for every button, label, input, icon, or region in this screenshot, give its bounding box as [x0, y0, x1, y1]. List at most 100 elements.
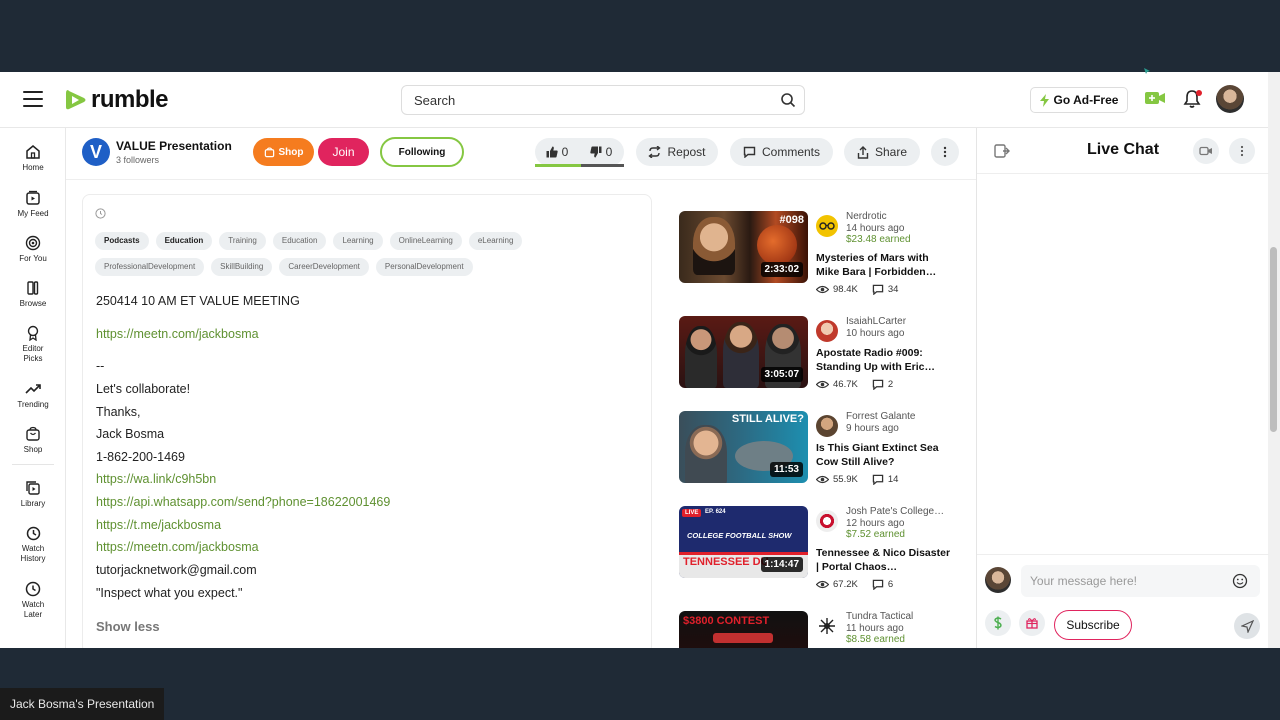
dislike-button[interactable]: 0 [579, 145, 623, 159]
video-thumbnail[interactable]: LIVE EP. 624 COLLEGE FOOTBALL SHOW TENNE… [679, 506, 808, 578]
menu-icon[interactable] [23, 91, 43, 107]
top-header: rumble Go Ad-Free [0, 72, 1268, 128]
collapse-chat-button[interactable] [989, 138, 1015, 164]
description-link[interactable]: https://wa.link/c9h5bn [96, 472, 216, 486]
channel-avatar[interactable] [816, 510, 838, 532]
sidebar-item-label: Browse [19, 299, 47, 308]
video-thumbnail[interactable]: 3:05:07 [679, 316, 808, 388]
tag-chip[interactable]: eLearning [468, 232, 523, 250]
shop-button[interactable]: Shop [253, 138, 314, 166]
video-stats: 98.4K 34 [816, 284, 898, 295]
tag-chip[interactable]: Education [272, 232, 327, 250]
show-less-button[interactable]: Show less [96, 619, 160, 634]
video-description: Podcasts Education Training Education Le… [82, 194, 652, 648]
video-title[interactable]: Is This Giant Extinct Sea Cow Still Aliv… [816, 441, 951, 469]
page-scrollbar[interactable] [1268, 72, 1280, 648]
tag-chip[interactable]: Training [219, 232, 266, 250]
subscribe-button[interactable]: Subscribe [1054, 610, 1132, 640]
channel-name[interactable]: VALUE Presentation [116, 139, 232, 153]
description-link[interactable]: https://t.me/jackbosma [96, 518, 221, 532]
video-thumbnail[interactable]: $3800 CONTEST [679, 611, 808, 648]
video-thumbnail[interactable]: STILL ALIVE? 11:53 [679, 411, 808, 483]
more-options-button[interactable] [931, 138, 959, 166]
recommended-video[interactable]: #098 2:33:02 Nerdrotic 14 hours ago $23.… [679, 211, 959, 301]
chat-popout-button[interactable] [1193, 138, 1219, 164]
video-duration: 1:14:47 [760, 557, 803, 572]
rumble-logo[interactable]: rumble [64, 86, 169, 114]
upload-video-icon[interactable] [1144, 89, 1166, 107]
repost-button[interactable]: Repost [636, 138, 718, 166]
channel-name[interactable]: Tundra Tactical [846, 611, 913, 622]
glasses-icon [819, 222, 835, 230]
sidebar-divider [12, 464, 54, 465]
video-title[interactable]: Tennessee & Nico Disaster | Portal Chaos… [816, 546, 951, 574]
recommended-video[interactable]: STILL ALIVE? 11:53 Forrest Galante 9 hou… [679, 411, 959, 501]
sidebar-item-browse[interactable]: Browse [0, 280, 66, 308]
channel-bar: V VALUE Presentation 3 followers Shop Jo… [66, 128, 976, 180]
tag-chip[interactable]: Education [155, 232, 213, 250]
like-button[interactable]: 0 [535, 145, 579, 159]
tag-chip[interactable]: CareerDevelopment [279, 258, 369, 276]
description-link[interactable]: https://meetn.com/jackbosma [96, 327, 259, 341]
channel-followers: 3 followers [116, 155, 160, 165]
video-age: 12 hours ago [846, 518, 905, 529]
comment-icon [872, 579, 884, 590]
sidebar-item-my-feed[interactable]: My Feed [0, 190, 66, 218]
tag-chip[interactable]: ProfessionalDevelopment [95, 258, 205, 276]
channel-avatar[interactable] [816, 415, 838, 437]
recommended-video[interactable]: $3800 CONTEST Tundra Tactical 11 hours a… [679, 611, 959, 648]
chat-message-input[interactable] [1021, 565, 1221, 597]
search-input[interactable] [402, 86, 762, 114]
video-thumbnail[interactable]: #098 2:33:02 [679, 211, 808, 283]
search-box [401, 85, 805, 115]
target-icon [25, 235, 41, 251]
comments-button[interactable]: Comments [730, 138, 833, 166]
chat-user-avatar [985, 567, 1011, 593]
home-icon [26, 145, 40, 159]
video-title[interactable]: Apostate Radio #009: Standing Up with Er… [816, 346, 951, 374]
recommended-video[interactable]: 3:05:07 IsaiahLCarter 10 hours ago Apost… [679, 316, 959, 406]
channel-name[interactable]: Forrest Galante [846, 411, 915, 422]
sidebar-item-trending[interactable]: Trending [0, 381, 66, 409]
chat-input-box [1021, 565, 1260, 597]
tag-chip[interactable]: OnlineLearning [389, 232, 462, 250]
scrollbar-thumb[interactable] [1270, 247, 1277, 432]
emoji-icon[interactable] [1232, 573, 1248, 589]
logo-text: rumble [91, 86, 169, 113]
tag-chip[interactable]: PersonalDevelopment [375, 258, 473, 276]
sidebar-item-home[interactable]: Home [0, 144, 66, 172]
sidebar-item-watch-history[interactable]: Watch History [0, 525, 66, 564]
user-avatar[interactable] [1216, 85, 1244, 113]
tag-chip[interactable]: SkillBuilding [211, 258, 273, 276]
tag-chip[interactable]: Learning [333, 232, 383, 250]
trending-icon [25, 384, 41, 394]
channel-avatar[interactable] [816, 320, 838, 342]
description-link[interactable]: https://api.whatsapp.com/send?phone=1862… [96, 495, 390, 509]
channel-name[interactable]: Josh Pate's College… [846, 506, 944, 517]
rant-button[interactable] [985, 610, 1011, 636]
video-title[interactable]: Mysteries of Mars with Mike Bara | Forbi… [816, 251, 951, 279]
channel-name[interactable]: Nerdrotic [846, 211, 887, 222]
sidebar-item-watch-later[interactable]: Watch Later [0, 581, 66, 620]
description-text: Thanks, [96, 405, 141, 419]
send-button[interactable] [1234, 613, 1260, 639]
chat-more-button[interactable] [1229, 138, 1255, 164]
share-button[interactable]: Share [844, 138, 920, 166]
sidebar-item-for-you[interactable]: For You [0, 235, 66, 263]
channel-avatar[interactable] [816, 215, 838, 237]
channel-avatar[interactable]: V [82, 138, 110, 166]
join-button[interactable]: Join [318, 138, 369, 166]
sidebar-item-library[interactable]: Library [0, 480, 66, 508]
gift-button[interactable] [1019, 610, 1045, 636]
search-icon[interactable] [780, 92, 796, 108]
tag-chip[interactable]: Podcasts [95, 232, 149, 250]
channel-name[interactable]: IsaiahLCarter [846, 316, 906, 327]
sidebar-item-label: Shop [23, 445, 43, 454]
sidebar-item-editor-picks[interactable]: Editor Picks [0, 325, 66, 364]
go-ad-free-button[interactable]: Go Ad-Free [1030, 87, 1128, 113]
recommended-video[interactable]: LIVE EP. 624 COLLEGE FOOTBALL SHOW TENNE… [679, 506, 959, 596]
sidebar-item-shop[interactable]: Shop [0, 426, 66, 454]
channel-avatar[interactable] [816, 615, 838, 637]
description-link[interactable]: https://meetn.com/jackbosma [96, 540, 259, 554]
following-button[interactable]: Following [380, 137, 464, 167]
